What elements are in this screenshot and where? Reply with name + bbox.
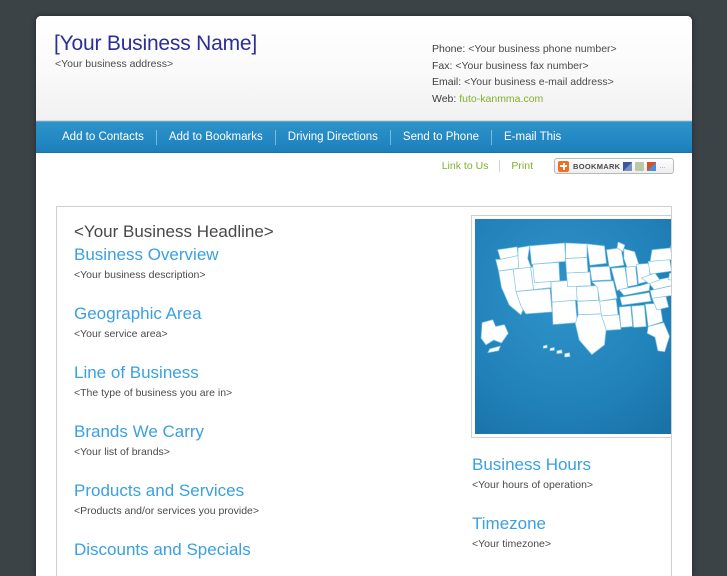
email-value: <Your business e-mail address> bbox=[464, 76, 614, 88]
fax-value: <Your business fax number> bbox=[455, 59, 589, 72]
section-title: Business Overview bbox=[74, 245, 219, 264]
bookmark-label: BOOKMARK bbox=[573, 161, 621, 171]
section-body: <Your timezone> bbox=[472, 538, 552, 550]
email-label: Email: bbox=[432, 76, 462, 88]
nav-item-email-this[interactable]: E-mail This bbox=[492, 130, 573, 145]
business-headline: <Your Business Headline> bbox=[74, 222, 274, 241]
section-brands-we-carry: Brands We Carry <Your list of brands> bbox=[74, 420, 429, 459]
primary-nav-bar: Add to Contacts Add to Bookmarks Driving… bbox=[36, 121, 692, 153]
united-states-map-image bbox=[472, 216, 671, 437]
right-content-column: Business Hours <Your hours of operation>… bbox=[472, 216, 671, 551]
section-body: <Your hours of operation> bbox=[472, 479, 594, 491]
nav-item-add-to-contacts[interactable]: Add to Contacts bbox=[50, 129, 157, 145]
fax-label: Fax: bbox=[432, 59, 453, 72]
print-link[interactable]: Print bbox=[500, 159, 544, 173]
website-link[interactable]: futo-kanmma.com bbox=[459, 93, 543, 105]
usa-map-svg bbox=[480, 241, 671, 358]
section-title: Timezone bbox=[472, 514, 547, 533]
section-line-of-business: Line of Business <The type of business y… bbox=[74, 361, 429, 400]
business-listing-page: [Your Business Name] <Your business addr… bbox=[36, 16, 692, 576]
section-body: <Your list of brands> bbox=[74, 446, 170, 458]
nav-item-send-to-phone[interactable]: Send to Phone bbox=[391, 129, 492, 145]
content-card: <Your Business Headline> Business Overvi… bbox=[56, 206, 672, 576]
section-discounts-and-specials: Discounts and Specials bbox=[74, 538, 429, 561]
section-body: <Your service area> bbox=[74, 328, 168, 340]
share-generic-icon[interactable] bbox=[635, 161, 645, 171]
section-products-and-services: Products and Services <Products and/or s… bbox=[74, 479, 429, 518]
link-to-us-link[interactable]: Link to Us bbox=[431, 159, 500, 173]
contact-info-block: Phone: <Your business phone number> Fax:… bbox=[432, 41, 617, 107]
plus-icon bbox=[558, 160, 569, 172]
business-address: <Your business address> bbox=[55, 58, 174, 70]
section-geographic-area: Geographic Area <Your service area> bbox=[74, 302, 429, 341]
nav-item-add-to-bookmarks[interactable]: Add to Bookmarks bbox=[157, 129, 276, 145]
share-facebook-icon[interactable] bbox=[623, 161, 633, 171]
phone-label: Phone: bbox=[432, 43, 466, 55]
section-body: <The type of business you are in> bbox=[74, 387, 233, 399]
section-timezone: Timezone <Your timezone> bbox=[472, 512, 671, 551]
section-title: Business Hours bbox=[472, 455, 592, 474]
section-title: Brands We Carry bbox=[74, 422, 205, 441]
contact-web-row: Web: futo-kanmma.com bbox=[432, 91, 617, 108]
section-body: <Products and/or services you provide> bbox=[74, 505, 260, 517]
page-header: [Your Business Name] <Your business addr… bbox=[36, 16, 692, 121]
utility-bar-inner: Link to Us Print BOOKMARK ... bbox=[431, 158, 674, 174]
business-name-title: [Your Business Name] bbox=[54, 32, 257, 55]
bookmark-share-widget[interactable]: BOOKMARK ... bbox=[554, 158, 674, 174]
web-label: Web: bbox=[432, 92, 457, 105]
contact-email-row: Email: <Your business e-mail address> bbox=[432, 74, 617, 91]
contact-fax-row: Fax: <Your business fax number> bbox=[432, 58, 617, 75]
contact-phone-row: Phone: <Your business phone number> bbox=[432, 41, 617, 58]
phone-value: <Your business phone number> bbox=[468, 43, 617, 55]
left-content-column: <Your Business Headline> Business Overvi… bbox=[74, 221, 429, 563]
bookmark-more-dots[interactable]: ... bbox=[659, 163, 665, 170]
section-business-hours: Business Hours <Your hours of operation> bbox=[472, 453, 671, 492]
utility-bar: Link to Us Print BOOKMARK ... bbox=[36, 153, 692, 183]
share-more-icon[interactable] bbox=[647, 161, 657, 171]
section-title: Geographic Area bbox=[74, 304, 202, 323]
section-title: Line of Business bbox=[74, 363, 199, 382]
nav-item-driving-directions[interactable]: Driving Directions bbox=[276, 129, 391, 145]
section-business-overview: Business Overview <Your business descrip… bbox=[74, 243, 429, 282]
section-title: Discounts and Specials bbox=[74, 540, 251, 559]
right-sections-list: Business Hours <Your hours of operation>… bbox=[472, 453, 671, 551]
section-title: Products and Services bbox=[74, 481, 245, 500]
section-body: <Your business description> bbox=[74, 269, 206, 281]
